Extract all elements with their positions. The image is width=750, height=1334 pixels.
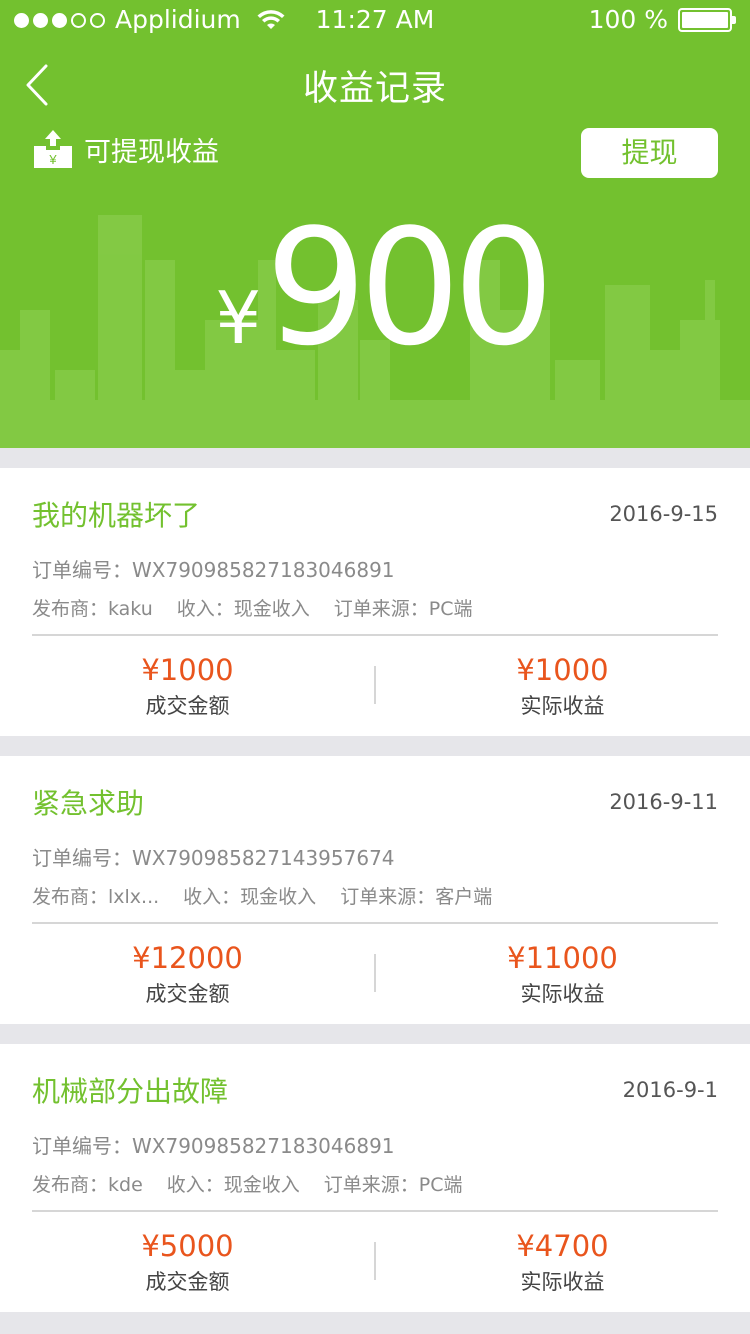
income-type: 收入：现金收入 [166,1174,300,1196]
status-bar: Applidium 11:27 AM 100 % [0,0,750,40]
record-meta: 发布商：kde 收入：现金收入 订单来源：PC端 [32,1170,487,1197]
record-title: 我的机器坏了 [32,499,201,532]
deal-amount-stat: ¥5000 成交金额 [0,1228,375,1300]
balance-amount-wrap: ¥ 900 [215,194,554,381]
withdraw-button[interactable]: 提现 [581,128,718,178]
actual-income: ¥1000 [516,653,609,687]
nav-bar: 收益记录 [0,50,750,120]
deal-amount-stat: ¥1000 成交金额 [0,652,375,724]
income-type: 收入：现金收入 [176,598,310,620]
record-title: 机械部分出故障 [32,1075,229,1108]
deal-amount: ¥1000 [141,653,234,687]
order-source: 订单来源：PC端 [333,598,473,620]
page-title: 收益记录 [302,69,447,109]
deal-amount-label: 成交金额 [145,694,230,718]
battery-level [682,12,728,28]
record-title: 紧急求助 [32,787,145,820]
currency-symbol: ¥ [215,276,262,360]
order-source: 订单来源：客户端 [340,886,493,908]
actual-income-stat: ¥4700 实际收益 [375,1228,750,1300]
record-meta: 发布商：kaku 收入：现金收入 订单来源：PC端 [32,594,497,621]
deal-amount: ¥12000 [132,941,243,975]
publisher: 发布商：lxlx... [32,886,160,908]
order-source: 订单来源：PC端 [323,1174,463,1196]
publisher: 发布商：kde [32,1174,143,1196]
record-date: 2016-9-1 [622,1078,718,1102]
record-card[interactable]: 紧急求助 2016-9-11 订单编号：WX790985827143957674… [0,756,750,1024]
withdraw-tray-icon: ¥ [34,130,72,168]
battery-icon [678,8,736,32]
actual-income-label: 实际收益 [520,694,605,718]
deal-amount-label: 成交金额 [145,1270,230,1294]
divider [32,922,718,924]
actual-income: ¥11000 [507,941,618,975]
publisher: 发布商：kaku [32,598,153,620]
actual-income-label: 实际收益 [520,1270,605,1294]
deal-amount: ¥5000 [141,1229,234,1263]
record-date: 2016-9-15 [609,502,718,526]
deal-amount-label: 成交金额 [145,982,230,1006]
actual-income: ¥4700 [516,1229,609,1263]
divider [32,1210,718,1212]
header: Applidium 11:27 AM 100 % 收益记录 ¥ 可提现收益 提现… [0,0,750,448]
actual-income-label: 实际收益 [520,982,605,1006]
record-card[interactable]: 机械部分出故障 2016-9-1 订单编号：WX7909858271830468… [0,1044,750,1312]
record-date: 2016-9-11 [609,790,718,814]
order-number: 订单编号：WX790985827183046891 [32,1134,395,1158]
actual-income-stat: ¥11000 实际收益 [375,940,750,1012]
income-type: 收入：现金收入 [183,886,317,908]
order-number: 订单编号：WX790985827183046891 [32,558,395,582]
record-meta: 发布商：lxlx... 收入：现金收入 订单来源：客户端 [32,882,516,909]
deal-amount-stat: ¥12000 成交金额 [0,940,375,1012]
balance-amount: ¥ 900 [0,208,750,368]
divider [32,634,718,636]
balance-value: 900 [265,194,554,381]
withdrawable-label: 可提现收益 [84,136,219,168]
record-card[interactable]: 我的机器坏了 2016-9-15 订单编号：WX7909858271830468… [0,468,750,736]
battery-percent: 100 % [588,5,668,34]
status-right: 100 % [588,0,736,40]
order-number: 订单编号：WX790985827143957674 [32,846,395,870]
withdrawable-income: ¥ 可提现收益 [32,128,219,170]
actual-income-stat: ¥1000 实际收益 [375,652,750,724]
svg-text:¥: ¥ [48,152,57,167]
